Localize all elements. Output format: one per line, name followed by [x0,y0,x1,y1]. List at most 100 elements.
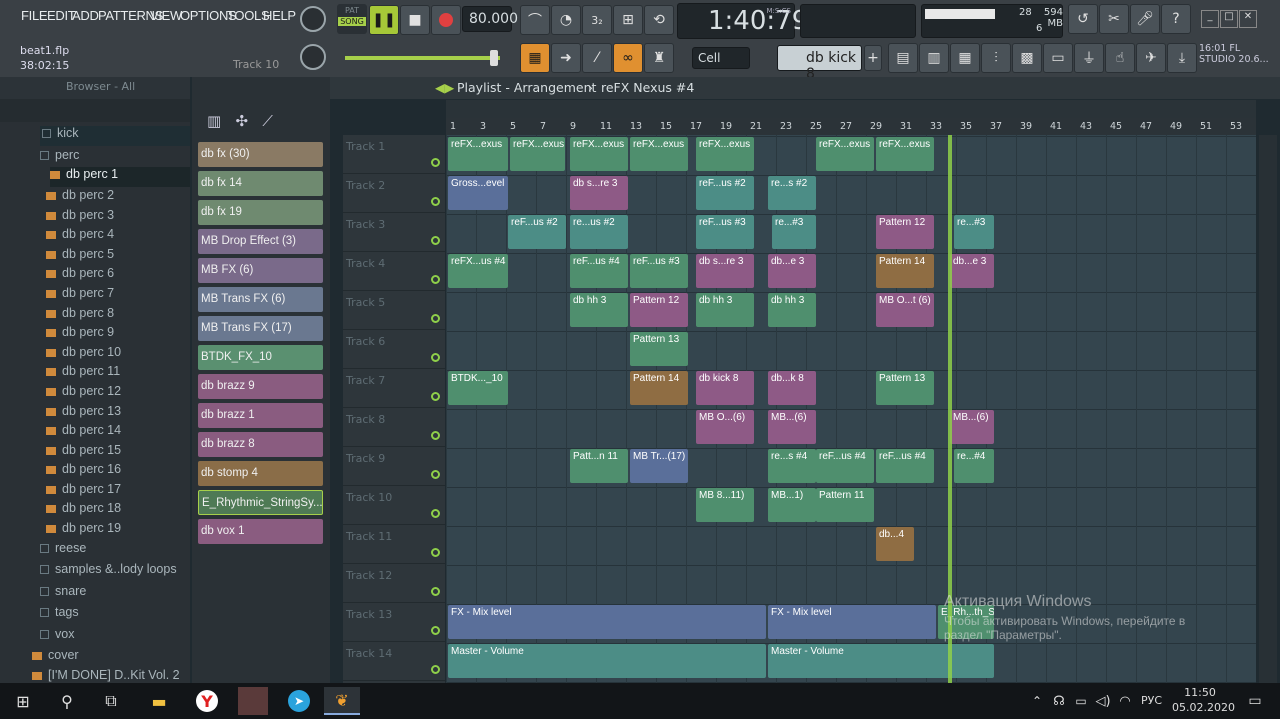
pattern-clip[interactable]: reF...us #2 [696,176,754,210]
browser-item[interactable]: db perc 18 [46,501,121,515]
track-header[interactable]: Track 13 [343,603,445,642]
mute-toggle[interactable] [431,158,440,167]
mixer-icon[interactable]: ⫶ [981,43,1011,73]
snap-select[interactable]: Cell [692,47,750,69]
browser-item[interactable]: db perc 8 [46,306,114,320]
pattern-clip[interactable]: reF...us #4 [876,449,934,483]
step-sequencer-icon[interactable]: ▩ [1012,43,1042,73]
channel-item[interactable]: MB Trans FX (17) [198,316,323,341]
pattern-clip[interactable]: re...#4 [954,449,994,483]
pattern-clip[interactable]: re...s #4 [768,449,816,483]
browser-item[interactable]: db perc 17 [46,482,121,496]
typing-keyboard-icon[interactable]: ♜ [644,43,674,73]
telegram-icon[interactable]: ➤ [284,687,314,715]
pattern-clip[interactable]: reF...us #3 [630,254,688,288]
audio-clip[interactable]: MB...(6) [768,410,816,444]
playlist-icon[interactable]: ▤ [888,43,918,73]
track-header[interactable]: Track 11 [343,525,445,564]
pattern-clip[interactable]: Pattern 12 [630,293,688,327]
pattern-clip[interactable]: db...e 3 [950,254,994,288]
browser-item[interactable]: db perc 3 [46,208,114,222]
pattern-clip[interactable]: reFX...exus [448,137,508,171]
playlist-window-icon[interactable]: ▦ [520,43,550,73]
browser-item-cover[interactable]: cover [32,648,79,662]
channel-item[interactable]: MB Trans FX (6) [198,287,323,312]
pattern-clip[interactable]: reFX...us #4 [448,254,508,288]
language-indicator[interactable]: РУС [1141,694,1162,707]
channel-item[interactable]: db brazz 1 [198,403,323,428]
pattern-clip[interactable]: re...#3 [954,215,994,249]
browser-icon[interactable]: ▭ [1043,43,1073,73]
channel-item[interactable]: db vox 1 [198,519,323,544]
browser-item[interactable]: db perc 9 [46,325,114,339]
pattern-clip[interactable]: Pattern 14 [876,254,934,288]
media-app-icon[interactable] [238,687,268,715]
pattern-clip[interactable]: reFX...exus [630,137,688,171]
play-button[interactable]: ❚❚ [369,5,399,35]
pattern-clip[interactable]: re...#3 [772,215,816,249]
help-icon[interactable]: ? [1161,4,1191,34]
pattern-clip[interactable]: reF...us #4 [816,449,874,483]
menu-add[interactable]: ADD [72,8,99,30]
close-icon[interactable]: ✕ [1239,10,1257,28]
wait-record-icon[interactable]: ◔ [551,5,581,35]
menu-view[interactable]: VIEW [150,8,182,30]
clock[interactable]: 11:50 05.02.2020 [1172,686,1235,714]
pattern-clip[interactable]: db hh 3 [696,293,754,327]
track-header[interactable]: Track 12 [343,564,445,603]
pattern-clip[interactable]: db hh 3 [768,293,816,327]
browser-item-selected[interactable]: db perc 1 [50,167,190,187]
pattern-clip[interactable]: Pattern 14 [630,371,688,405]
track-header[interactable]: Track 4 [343,252,445,291]
pattern-clip[interactable]: db hh 3 [570,293,628,327]
track-header[interactable]: Track 14 [343,642,445,681]
file-explorer-icon[interactable]: ▬ [144,687,174,715]
mute-toggle[interactable] [431,626,440,635]
tray-wifi-icon[interactable]: ◠ [1110,687,1140,715]
slider-handle[interactable] [490,50,498,66]
restore-icon[interactable]: □ [1220,10,1238,28]
menu-help[interactable]: HELP [263,8,296,30]
browser-item-kick[interactable]: kick [40,126,190,146]
master-volume-knob[interactable] [300,6,326,32]
pattern-clip[interactable]: db s...re 3 [570,176,628,210]
track-header[interactable]: Track 3 [343,213,445,252]
pattern-clip[interactable]: reF...us #3 [696,215,754,249]
channel-item[interactable]: db fx 19 [198,200,323,225]
task-view-icon[interactable]: ⧉ [96,687,126,715]
plugin-icon[interactable]: ⏚ [1074,43,1104,73]
pattern-clip[interactable]: reFX...exus [570,137,628,171]
automation-clip[interactable]: FX - Mix level [768,605,936,639]
channel-item[interactable]: db fx (30) [198,142,323,167]
master-pitch-knob[interactable] [300,44,326,70]
track-header[interactable]: Track 9 [343,447,445,486]
track-header[interactable]: Track 8 [343,408,445,447]
track-header[interactable]: Track 10 [343,486,445,525]
browser-item[interactable]: db perc 14 [46,423,121,437]
browser-item-tags[interactable]: tags [40,605,79,619]
browser-item-reese[interactable]: reese [40,541,86,555]
pattern-clip[interactable]: db...k 8 [768,371,816,405]
browser-item[interactable]: db perc 10 [46,345,121,359]
pattern-clip[interactable]: Pattern 11 [816,488,874,522]
mute-toggle[interactable] [431,353,440,362]
piano-roll-icon[interactable]: ▥ [919,43,949,73]
search-icon[interactable]: ⚲ [52,687,82,715]
browser-item-samples[interactable]: samples &..lody loops [40,562,177,576]
channel-rack-icon[interactable]: ▦ [950,43,980,73]
pattern-selector[interactable]: db kick 8 [777,45,862,82]
automation-clip[interactable]: Master - Volume [448,644,766,678]
mute-toggle[interactable] [431,431,440,440]
browser-item[interactable]: db perc 2 [46,188,114,202]
automation-clip[interactable]: FX - Mix level [448,605,766,639]
track-header[interactable]: Track 1 [343,135,445,174]
browser-item[interactable]: db perc 7 [46,286,114,300]
minimize-icon[interactable]: _ [1201,10,1219,28]
mute-toggle[interactable] [431,392,440,401]
vertical-scrollbar[interactable] [1259,135,1277,683]
track-header[interactable]: Track 6 [343,330,445,369]
link-icon[interactable]: ∞ [613,43,643,73]
audio-clip[interactable]: db...4 [876,527,914,561]
pattern-clip[interactable]: MB O...t (6) [876,293,934,327]
news-panel[interactable]: 16:01 FL STUDIO 20.6... [1199,43,1269,73]
